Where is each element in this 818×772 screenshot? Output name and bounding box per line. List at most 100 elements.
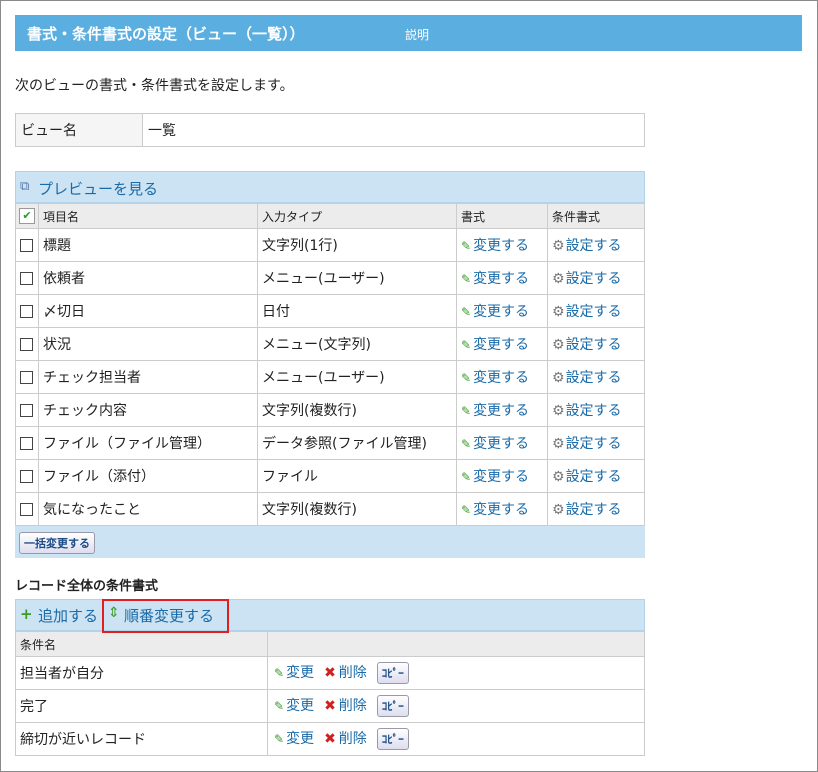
set-conditional-cell[interactable]: ⚙設定する xyxy=(547,426,645,460)
item-type: メニュー(ユーザー) xyxy=(257,261,457,295)
row-checkbox-cell[interactable] xyxy=(15,228,39,262)
change-format-link[interactable]: 変更する xyxy=(473,271,529,287)
item-type: メニュー(文字列) xyxy=(257,327,457,361)
row-checkbox-cell[interactable] xyxy=(15,426,39,460)
row-checkbox[interactable] xyxy=(20,436,33,450)
pencil-icon: ✎ xyxy=(274,699,285,713)
set-conditional-link[interactable]: 設定する xyxy=(566,502,622,518)
change-format-link[interactable]: 変更する xyxy=(473,370,529,386)
set-conditional-link[interactable]: 設定する xyxy=(566,436,622,452)
row-checkbox[interactable] xyxy=(20,238,33,252)
change-format-cell[interactable]: ✎ 変更する xyxy=(456,261,548,295)
pencil-icon: ✎ xyxy=(461,437,472,451)
col-format: 書式 xyxy=(456,203,548,229)
set-conditional-cell[interactable]: ⚙設定する xyxy=(547,459,645,493)
change-format-cell[interactable]: ✎ 変更する xyxy=(456,393,548,427)
copy-button[interactable]: ｺﾋﾟｰ xyxy=(376,662,409,684)
delete-link[interactable]: 削除 xyxy=(339,731,367,747)
format-grid: ⧉ プレビューを見る ✔ 項目名 入力タイプ 書式 条件書式 標題 文字列(1行)… xyxy=(15,171,645,558)
table-row: ファイル（添付） ファイル ✎ 変更する ⚙設定する xyxy=(15,459,645,493)
highlight-box xyxy=(102,599,229,633)
row-checkbox-cell[interactable] xyxy=(15,327,39,361)
set-conditional-link[interactable]: 設定する xyxy=(566,370,622,386)
row-checkbox-cell[interactable] xyxy=(15,393,39,427)
set-conditional-cell[interactable]: ⚙設定する xyxy=(547,261,645,295)
row-checkbox-cell[interactable] xyxy=(15,459,39,493)
table-row: 標題 文字列(1行) ✎ 変更する ⚙設定する xyxy=(15,228,645,262)
record-section-title: レコード全体の条件書式 xyxy=(15,579,159,594)
set-conditional-cell[interactable]: ⚙設定する xyxy=(547,393,645,427)
item-name: 標題 xyxy=(38,228,258,262)
edit-link[interactable]: 変更 xyxy=(286,731,314,747)
change-format-cell[interactable]: ✎ 変更する xyxy=(456,228,548,262)
row-checkbox-cell[interactable] xyxy=(15,492,39,526)
set-conditional-link[interactable]: 設定する xyxy=(566,337,622,353)
pencil-icon: ✎ xyxy=(461,470,472,484)
add-link[interactable]: 追加する xyxy=(38,605,98,626)
table-row: チェック内容 文字列(複数行) ✎ 変更する ⚙設定する xyxy=(15,393,645,427)
change-format-link[interactable]: 変更する xyxy=(473,337,529,353)
row-checkbox[interactable] xyxy=(20,370,33,384)
delete-link[interactable]: 削除 xyxy=(339,665,367,681)
copy-button[interactable]: ｺﾋﾟｰ xyxy=(376,695,409,717)
set-conditional-link[interactable]: 設定する xyxy=(566,238,622,254)
change-format-cell[interactable]: ✎ 変更する xyxy=(456,459,548,493)
change-format-cell[interactable]: ✎ 変更する xyxy=(456,426,548,460)
gear-icon: ⚙ xyxy=(552,304,565,320)
row-checkbox[interactable] xyxy=(20,337,33,351)
row-checkbox-cell[interactable] xyxy=(15,261,39,295)
change-format-link[interactable]: 変更する xyxy=(473,403,529,419)
row-checkbox[interactable] xyxy=(20,304,33,318)
set-conditional-cell[interactable]: ⚙設定する xyxy=(547,360,645,394)
row-checkbox[interactable] xyxy=(20,502,33,516)
delete-icon: ✖ xyxy=(324,665,336,681)
edit-link[interactable]: 変更 xyxy=(286,665,314,681)
preview-toolbar: ⧉ プレビューを見る xyxy=(15,171,645,203)
change-format-link[interactable]: 変更する xyxy=(473,502,529,518)
view-name-value: 一覧 xyxy=(142,113,645,147)
preview-link[interactable]: プレビューを見る xyxy=(38,178,158,199)
row-checkbox-cell[interactable] xyxy=(15,360,39,394)
item-type: 文字列(複数行) xyxy=(257,492,457,526)
item-name: ファイル（添付） xyxy=(38,459,258,493)
set-conditional-link[interactable]: 設定する xyxy=(566,403,622,419)
copy-button[interactable]: ｺﾋﾟｰ xyxy=(376,728,409,750)
pencil-icon: ✎ xyxy=(461,272,472,286)
record-row: 締切が近いレコード ✎ 変更 ✖ 削除 ｺﾋﾟｰ xyxy=(15,722,645,756)
check-all-icon[interactable]: ✔ xyxy=(19,208,35,224)
condition-name: 担当者が自分 xyxy=(15,656,268,690)
table-row: ファイル（ファイル管理） データ参照(ファイル管理) ✎ 変更する ⚙設定する xyxy=(15,426,645,460)
row-checkbox-cell[interactable] xyxy=(15,294,39,328)
set-conditional-cell[interactable]: ⚙設定する xyxy=(547,294,645,328)
gear-icon: ⚙ xyxy=(552,271,565,287)
item-name: 〆切日 xyxy=(38,294,258,328)
change-format-cell[interactable]: ✎ 変更する xyxy=(456,360,548,394)
record-row: 担当者が自分 ✎ 変更 ✖ 削除 ｺﾋﾟｰ xyxy=(15,656,645,690)
set-conditional-cell[interactable]: ⚙設定する xyxy=(547,492,645,526)
edit-link[interactable]: 変更 xyxy=(286,698,314,714)
set-conditional-link[interactable]: 設定する xyxy=(566,469,622,485)
change-format-cell[interactable]: ✎ 変更する xyxy=(456,492,548,526)
change-format-cell[interactable]: ✎ 変更する xyxy=(456,327,548,361)
table-row: 気になったこと 文字列(複数行) ✎ 変更する ⚙設定する xyxy=(15,492,645,526)
bulk-change-button[interactable]: 一括変更する xyxy=(19,532,95,554)
set-conditional-link[interactable]: 設定する xyxy=(566,271,622,287)
row-checkbox[interactable] xyxy=(20,403,33,417)
delete-link[interactable]: 削除 xyxy=(339,698,367,714)
row-checkbox[interactable] xyxy=(20,271,33,285)
change-format-link[interactable]: 変更する xyxy=(473,304,529,320)
set-conditional-cell[interactable]: ⚙設定する xyxy=(547,327,645,361)
col-condition-name: 条件名 xyxy=(15,631,268,657)
change-format-link[interactable]: 変更する xyxy=(473,436,529,452)
change-format-link[interactable]: 変更する xyxy=(473,469,529,485)
gear-icon: ⚙ xyxy=(552,469,565,485)
row-checkbox[interactable] xyxy=(20,469,33,483)
set-conditional-cell[interactable]: ⚙設定する xyxy=(547,228,645,262)
select-all-header[interactable]: ✔ xyxy=(15,203,39,229)
set-conditional-link[interactable]: 設定する xyxy=(566,304,622,320)
change-format-cell[interactable]: ✎ 変更する xyxy=(456,294,548,328)
help-link[interactable]: 説明 xyxy=(405,26,429,43)
gear-icon: ⚙ xyxy=(552,502,565,518)
pencil-icon: ✎ xyxy=(274,666,285,680)
change-format-link[interactable]: 変更する xyxy=(473,238,529,254)
